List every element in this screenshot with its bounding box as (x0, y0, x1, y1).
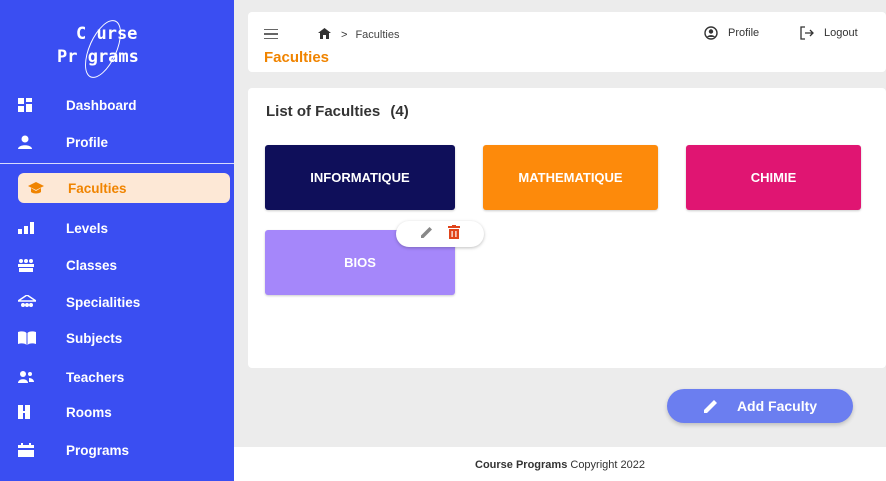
sidebar-item-label: Programs (66, 442, 130, 458)
pencil-icon (703, 398, 719, 414)
page-title: Faculties (264, 49, 330, 66)
tile-actions (396, 221, 484, 247)
sidebar-item-faculties[interactable]: Faculties (18, 173, 230, 203)
footer-copyright: Copyright 2022 (570, 459, 645, 471)
home-icon[interactable] (318, 28, 331, 42)
top-header: > Faculties Faculties Profile Logout (248, 12, 886, 72)
footer-text: Course Programs Copyright 2022 (234, 459, 886, 471)
person-icon (18, 134, 40, 150)
faculty-tile[interactable]: INFORMATIQUE (265, 145, 455, 210)
sidebar-divider (0, 163, 234, 164)
sidebar-item-profile[interactable]: Profile (18, 127, 230, 157)
sidebar-item-specialities[interactable]: Specialities (18, 287, 230, 317)
logout-icon (800, 26, 814, 40)
sidebar-item-dashboard[interactable]: Dashboard (18, 90, 230, 120)
faculty-tile[interactable]: CHIMIE (686, 145, 861, 210)
logo-line2: Pr grams (57, 47, 139, 67)
users-icon (18, 369, 40, 385)
sidebar-item-label: Dashboard (66, 97, 137, 113)
logout-link[interactable]: Logout (800, 26, 858, 40)
faculty-name: BIOS (344, 255, 376, 270)
faculty-name: MATHEMATIQUE (518, 170, 623, 185)
calendar-icon (18, 442, 40, 458)
list-title-text: List of Faculties (266, 103, 381, 120)
app-logo[interactable]: C urse Pr grams (0, 8, 234, 88)
sidebar-item-teachers[interactable]: Teachers (18, 362, 230, 392)
faculty-name: CHIMIE (750, 170, 797, 185)
sidebar-item-label: Levels (66, 220, 109, 236)
sidebar-item-label: Faculties (68, 180, 127, 196)
sidebar-item-label: Teachers (66, 369, 125, 385)
profile-link[interactable]: Profile (704, 26, 759, 40)
group-icon (18, 257, 40, 273)
breadcrumb: > Faculties (318, 28, 399, 42)
add-faculty-button[interactable]: Add Faculty (667, 389, 853, 423)
footer-brand: Course Programs (475, 459, 568, 471)
footer: Course Programs Copyright 2022 (234, 447, 886, 481)
faculty-tile[interactable]: MATHEMATIQUE (483, 145, 658, 210)
sidebar-item-label: Classes (66, 257, 118, 273)
sidebar: C urse Pr grams Dashboard Profile Facult… (0, 0, 234, 481)
breadcrumb-separator: > (341, 29, 348, 41)
sidebar-item-label: Profile (66, 134, 109, 150)
faculty-name: INFORMATIQUE (310, 170, 410, 185)
sidebar-item-rooms[interactable]: Rooms (18, 397, 230, 427)
bar-chart-icon (18, 220, 40, 236)
sidebar-item-subjects[interactable]: Subjects (18, 323, 230, 353)
sidebar-item-label: Subjects (66, 330, 123, 346)
list-title: List of Faculties (4) (266, 103, 409, 120)
delete-icon[interactable] (448, 224, 460, 244)
sidebar-item-classes[interactable]: Classes (18, 250, 230, 280)
book-icon (18, 330, 40, 346)
profile-label: Profile (728, 27, 760, 39)
graduation-cap-icon (28, 180, 50, 196)
door-icon (18, 404, 40, 420)
add-faculty-label: Add Faculty (736, 398, 818, 414)
breadcrumb-current: Faculties (355, 29, 400, 41)
sidebar-item-levels[interactable]: Levels (18, 213, 230, 243)
sidebar-item-label: Specialities (66, 294, 141, 310)
edit-icon[interactable] (420, 225, 434, 244)
sidebar-item-label: Rooms (66, 404, 112, 420)
sidebar-item-programs[interactable]: Programs (18, 435, 230, 465)
account-circle-icon (704, 26, 718, 40)
menu-toggle-icon[interactable] (264, 29, 278, 39)
list-count: (4) (390, 103, 409, 120)
faculties-list-card: List of Faculties (4) INFORMATIQUE MATHE… (248, 88, 886, 368)
network-icon (18, 294, 40, 310)
logout-label: Logout (824, 27, 858, 39)
dashboard-icon (18, 97, 40, 113)
logo-line1: C urse (76, 24, 138, 44)
